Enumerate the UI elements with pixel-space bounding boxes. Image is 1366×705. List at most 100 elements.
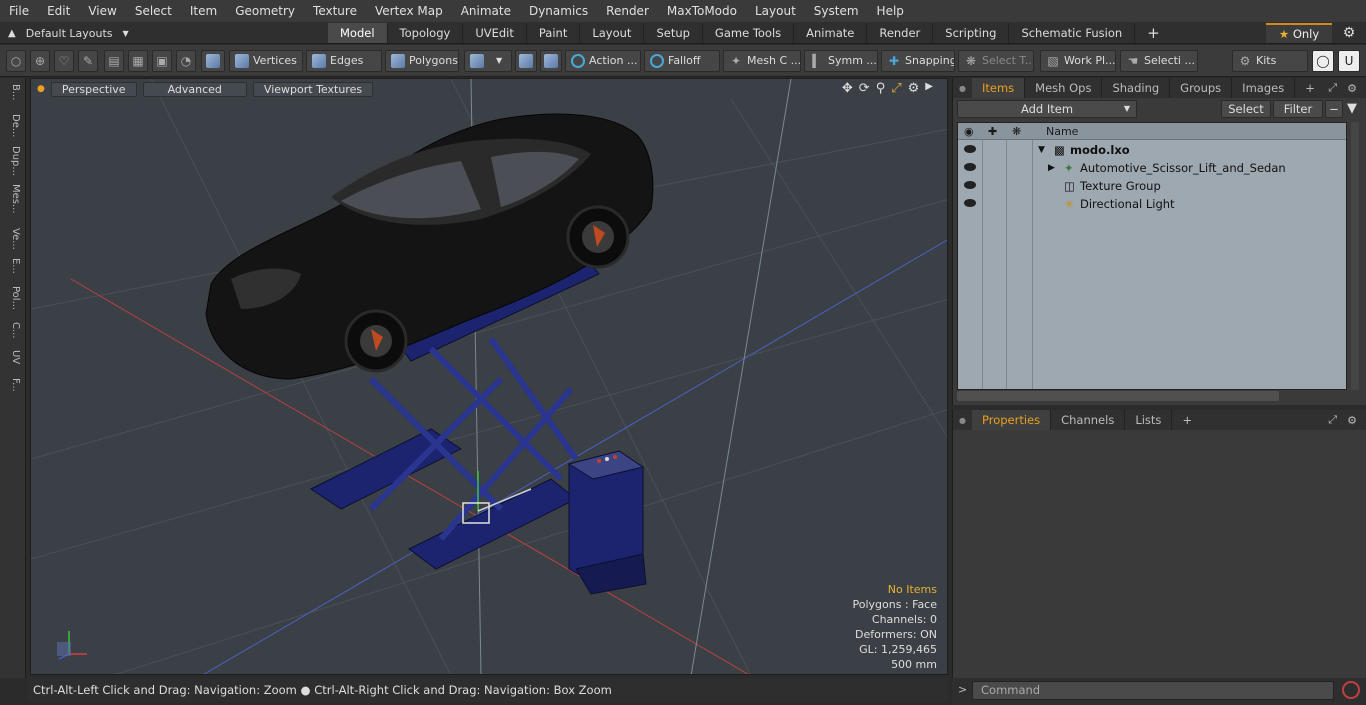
- tree-row-scene[interactable]: ▼ ▩ modo.lxo: [958, 141, 1346, 159]
- filter-button[interactable]: Filter: [1273, 100, 1323, 118]
- item-list-tree[interactable]: ◉ ✚ ❋ Name ▼ ▩ modo.lxo ▶ ✦ Automotive_S…: [957, 122, 1347, 390]
- unity-button[interactable]: ◯: [1312, 50, 1334, 72]
- mesh-constraint-button[interactable]: ✦ Mesh C ...: [723, 50, 801, 72]
- tree-row-mesh[interactable]: ▶ ✦ Automotive_Scissor_Lift_and_Sedan: [958, 159, 1346, 177]
- menu-vertex-map[interactable]: Vertex Map: [366, 0, 452, 22]
- timer-tool-button[interactable]: ◔: [176, 50, 196, 72]
- only-button[interactable]: ★ Only: [1266, 23, 1332, 43]
- symmetry-button[interactable]: ▍ Symm ...: [804, 50, 878, 72]
- polygons-button[interactable]: Polygons: [385, 50, 459, 72]
- menu-geometry[interactable]: Geometry: [226, 0, 304, 22]
- rail-tab-polygon[interactable]: Pol...: [3, 286, 21, 310]
- maximize-icon[interactable]: ⤢: [891, 81, 901, 96]
- 3d-viewport[interactable]: ● Perspective Advanced Viewport Textures…: [30, 78, 948, 675]
- tab-properties[interactable]: Properties: [971, 410, 1052, 430]
- snap-cube-button[interactable]: [515, 50, 537, 72]
- vertices-button[interactable]: Vertices: [229, 50, 303, 72]
- eye-icon[interactable]: [964, 145, 976, 153]
- rotate-icon[interactable]: ⟳: [859, 81, 870, 96]
- viewport-textures-button[interactable]: Viewport Textures: [252, 81, 374, 97]
- menu-maxtomodo[interactable]: MaxToModo: [658, 0, 746, 22]
- perspective-button[interactable]: Perspective: [50, 81, 137, 97]
- tab-game-tools[interactable]: Game Tools: [703, 23, 795, 43]
- zoom-icon[interactable]: ⚲: [876, 81, 886, 96]
- align-tool-button[interactable]: ▤: [104, 50, 124, 72]
- tab-shading[interactable]: Shading: [1102, 78, 1171, 98]
- tab-uvedit[interactable]: UVEdit: [463, 23, 527, 43]
- expand-arrow-icon[interactable]: ▼: [1038, 141, 1045, 159]
- tab-topology[interactable]: Topology: [388, 23, 464, 43]
- tab-groups[interactable]: Groups: [1170, 78, 1233, 98]
- expand-icon[interactable]: ⤢: [1328, 81, 1337, 95]
- menu-render[interactable]: Render: [597, 0, 658, 22]
- work-plane-button[interactable]: ▧ Work Pl...: [1040, 50, 1116, 72]
- pen-tool-button[interactable]: ♡: [54, 50, 74, 72]
- frame-tool-button[interactable]: ▣: [152, 50, 172, 72]
- rail-tab-curve[interactable]: C...: [3, 322, 21, 339]
- snapping-button[interactable]: ✚ Snapping: [881, 50, 955, 72]
- items-mode-button[interactable]: [201, 50, 225, 72]
- menu-edit[interactable]: Edit: [38, 0, 79, 22]
- funnel-icon[interactable]: ▼: [1347, 101, 1357, 116]
- soccer-button[interactable]: [540, 50, 562, 72]
- tab-mesh-ops[interactable]: Mesh Ops: [1025, 78, 1103, 98]
- name-column-header[interactable]: Name: [1046, 123, 1078, 140]
- select-through-button[interactable]: ❋ Select T...: [958, 50, 1034, 72]
- material-mode-button[interactable]: ▼: [464, 50, 512, 72]
- tab-animate[interactable]: Animate: [794, 23, 868, 43]
- tab-model[interactable]: Model: [328, 23, 388, 43]
- eye-icon[interactable]: [964, 199, 976, 207]
- tab-render[interactable]: Render: [867, 23, 934, 43]
- tab-lists[interactable]: Lists: [1125, 410, 1173, 430]
- add-panel-tab-icon[interactable]: +: [1295, 78, 1325, 98]
- menu-file[interactable]: File: [0, 0, 38, 22]
- tab-channels[interactable]: Channels: [1051, 410, 1126, 430]
- menu-item[interactable]: Item: [181, 0, 226, 22]
- grid-tool-button[interactable]: ▦: [128, 50, 148, 72]
- command-input[interactable]: Command: [972, 681, 1334, 700]
- tab-scripting[interactable]: Scripting: [933, 23, 1010, 43]
- select-button[interactable]: Select: [1221, 100, 1271, 118]
- brush-tool-button[interactable]: ✎: [78, 50, 98, 72]
- menu-select[interactable]: Select: [126, 0, 181, 22]
- rail-tab-basic[interactable]: B...: [3, 84, 21, 100]
- kits-button[interactable]: ⚙ Kits: [1232, 50, 1308, 72]
- collapse-button[interactable]: −: [1325, 100, 1343, 118]
- eye-icon[interactable]: [964, 163, 976, 171]
- rail-tab-duplicate[interactable]: Dup...: [3, 146, 21, 176]
- unreal-button[interactable]: U: [1338, 50, 1360, 72]
- panel-gear-icon[interactable]: ⚙: [1347, 414, 1357, 427]
- add-tab-icon[interactable]: +: [1135, 23, 1172, 43]
- tab-setup[interactable]: Setup: [644, 23, 703, 43]
- collapse-arrow-icon[interactable]: ▶: [1048, 159, 1055, 177]
- tab-images[interactable]: Images: [1232, 78, 1296, 98]
- rail-tab-fusion[interactable]: F...: [3, 378, 21, 392]
- menu-dynamics[interactable]: Dynamics: [520, 0, 597, 22]
- play-arrow-icon[interactable]: ▶: [925, 81, 933, 96]
- advanced-button[interactable]: Advanced: [142, 81, 247, 97]
- rail-tab-deform[interactable]: De...: [3, 114, 21, 137]
- menu-system[interactable]: System: [805, 0, 868, 22]
- selection-sets-button[interactable]: ☚ Selecti ...: [1120, 50, 1198, 72]
- rail-tab-uv[interactable]: UV: [3, 350, 21, 364]
- tree-row-texture-group[interactable]: ◫ Texture Group: [958, 177, 1346, 195]
- tab-layout[interactable]: Layout: [580, 23, 645, 43]
- tree-scrollbar-vertical[interactable]: [1351, 122, 1359, 390]
- tree-row-directional-light[interactable]: ☀ Directional Light: [958, 195, 1346, 213]
- menu-layout[interactable]: Layout: [746, 0, 805, 22]
- eye-icon[interactable]: [964, 181, 976, 189]
- tree-scrollbar-horizontal[interactable]: [957, 391, 1279, 401]
- record-icon[interactable]: [1342, 681, 1360, 699]
- circle-tool-button[interactable]: ○: [6, 50, 26, 72]
- tab-items[interactable]: Items: [971, 78, 1026, 98]
- rail-tab-mesh-edit[interactable]: Mes...: [3, 184, 21, 214]
- rail-tab-edge[interactable]: E...: [3, 258, 21, 274]
- viewport-gear-icon[interactable]: ⚙: [908, 81, 920, 96]
- menu-help[interactable]: Help: [868, 0, 913, 22]
- add-panel-tab-icon[interactable]: +: [1172, 410, 1202, 430]
- globe-tool-button[interactable]: ⊕: [30, 50, 50, 72]
- expand-icon[interactable]: ⤢: [1328, 413, 1337, 427]
- edges-button[interactable]: Edges: [306, 50, 382, 72]
- falloff-button[interactable]: Falloff: [644, 50, 720, 72]
- action-center-button[interactable]: Action ...: [565, 50, 641, 72]
